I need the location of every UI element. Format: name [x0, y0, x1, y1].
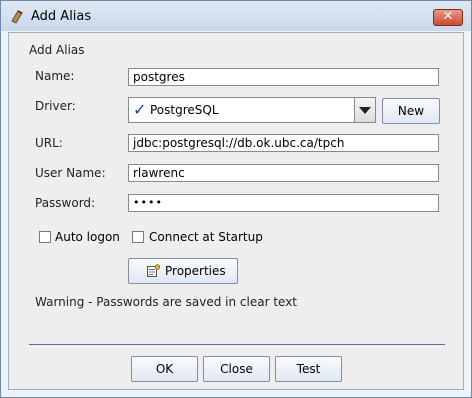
checkmark-icon: ✓ [133, 100, 147, 119]
title-bar[interactable]: Add Alias ✕ [1, 1, 471, 31]
separator [29, 344, 445, 345]
close-button[interactable]: Close [203, 356, 270, 382]
app-icon [11, 10, 23, 24]
name-label: Name: [35, 69, 75, 83]
properties-icon [147, 264, 160, 277]
url-field[interactable]: jdbc:postgresql://db.ok.ubc.ca/tpch [128, 134, 439, 152]
connect-startup-label: Connect at Startup [149, 230, 263, 244]
driver-select[interactable]: ✓ PostgreSQL [128, 97, 376, 123]
new-driver-button[interactable]: New [382, 98, 440, 124]
test-button[interactable]: Test [275, 356, 342, 382]
url-label: URL: [35, 136, 63, 150]
properties-label: Properties [165, 264, 226, 278]
user-name-label: User Name: [35, 166, 106, 180]
auto-logon-label: Auto logon [55, 230, 120, 244]
close-window-button[interactable]: ✕ [433, 9, 463, 26]
window-title: Add Alias [31, 9, 92, 24]
auto-logon-checkbox[interactable] [39, 231, 51, 243]
name-field[interactable]: postgres [128, 68, 439, 86]
driver-value: PostgreSQL [150, 103, 219, 117]
add-alias-dialog: Add Alias ✕ Add Alias Name: postgres Dri… [0, 0, 472, 398]
connect-startup-checkbox[interactable] [132, 231, 144, 243]
close-icon: ✕ [442, 9, 454, 24]
properties-button[interactable]: Properties [128, 258, 238, 284]
user-name-field[interactable]: rlawrenc [128, 164, 439, 182]
section-title: Add Alias [29, 43, 85, 57]
password-label: Password: [35, 196, 96, 210]
ok-button[interactable]: OK [131, 356, 198, 382]
password-field[interactable]: •••• [128, 194, 439, 212]
driver-label: Driver: [35, 99, 76, 113]
password-warning: Warning - Passwords are saved in clear t… [35, 295, 298, 309]
chevron-down-icon[interactable] [354, 98, 375, 122]
dialog-body: Add Alias Name: postgres Driver: ✓ Postg… [8, 32, 464, 390]
